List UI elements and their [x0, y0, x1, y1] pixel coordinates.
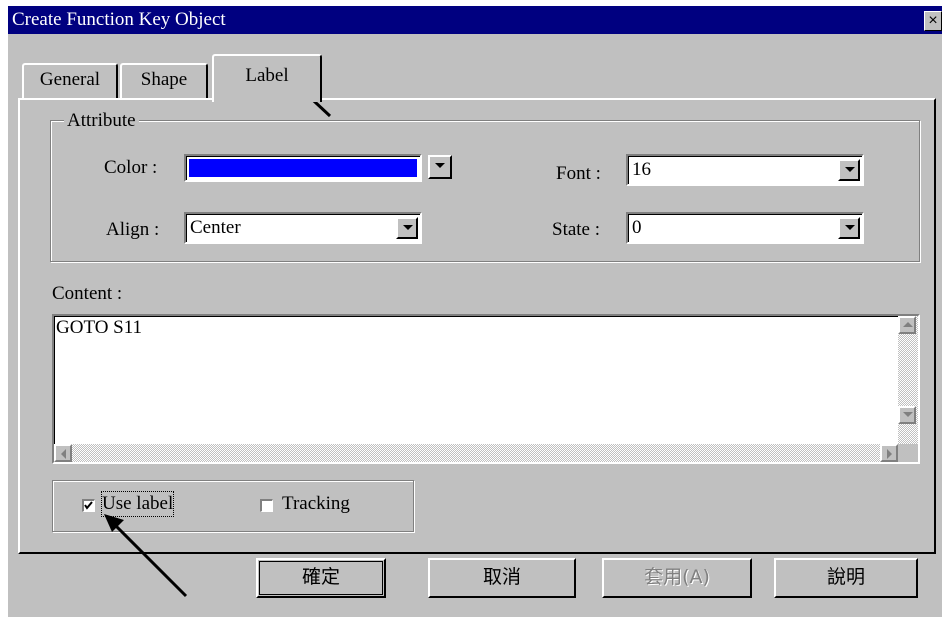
annotation-arrow-icon	[104, 514, 188, 598]
tab-label-label: Label	[245, 65, 289, 86]
annotation-layer	[104, 84, 332, 598]
tab-label[interactable]: Label	[212, 54, 322, 102]
